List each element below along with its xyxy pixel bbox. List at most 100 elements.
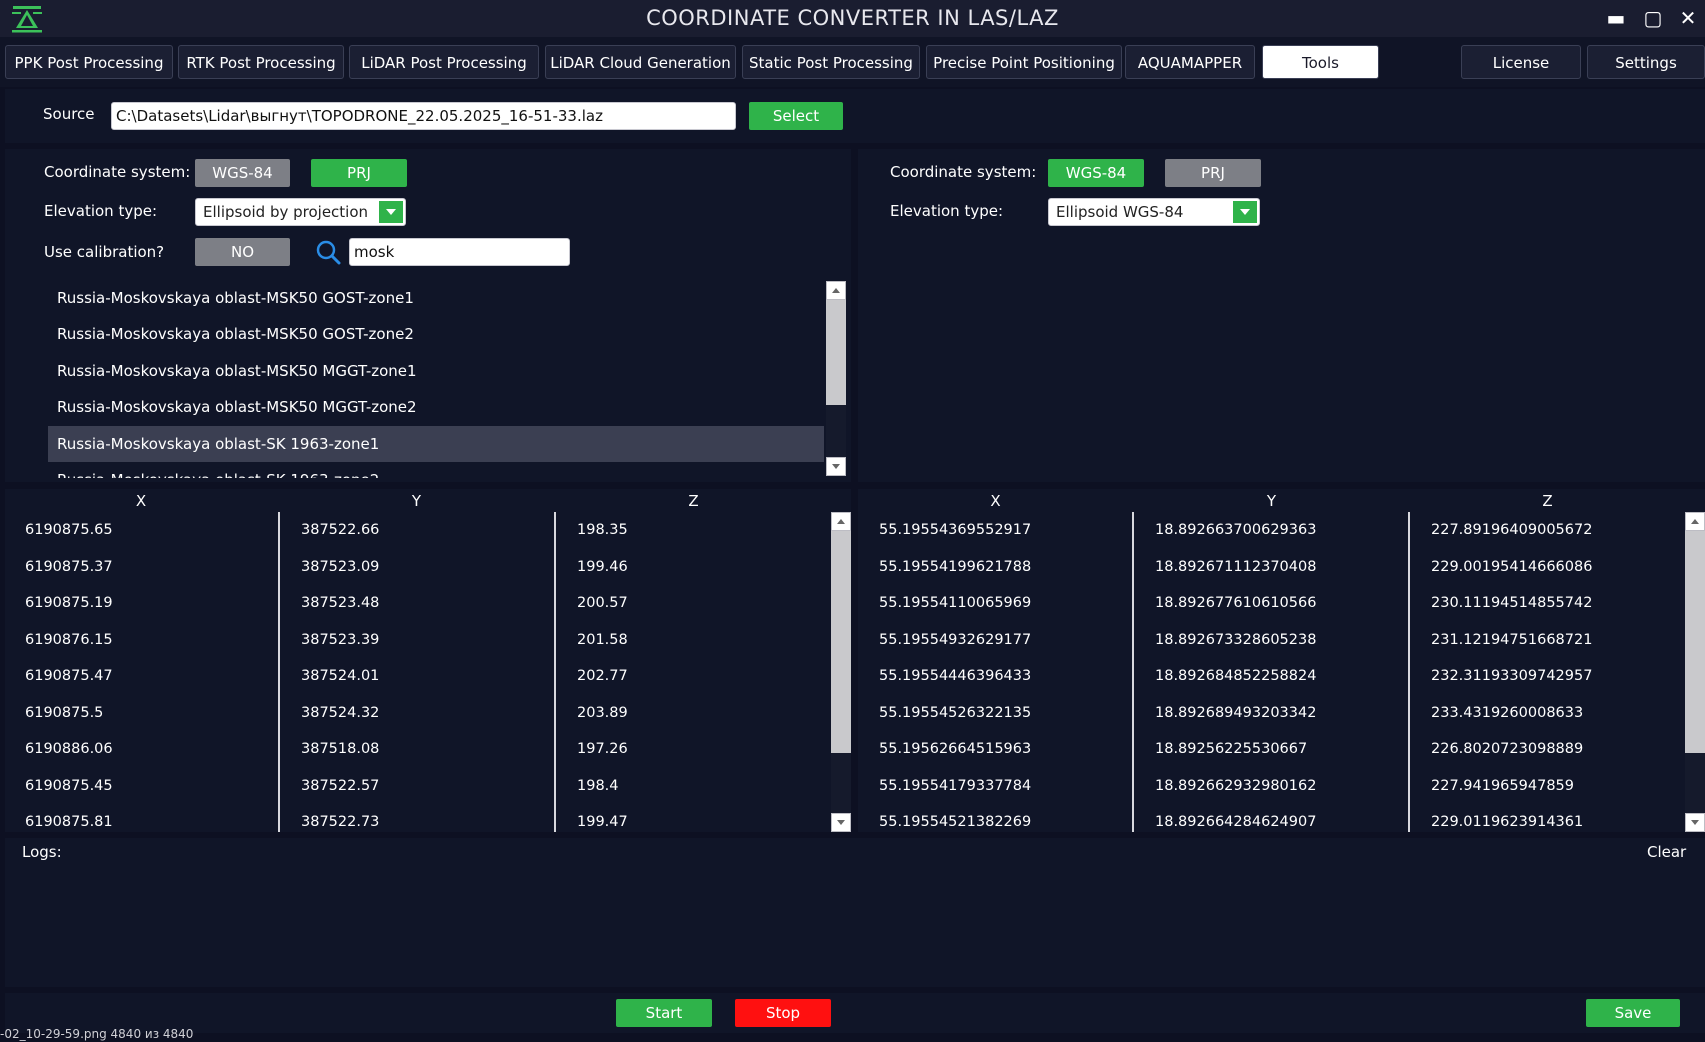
- tab-static-post-processing[interactable]: Static Post Processing: [742, 45, 920, 79]
- source-table-cell: 199.46: [577, 558, 628, 575]
- chevron-down-icon[interactable]: [1233, 201, 1257, 223]
- target-coord-system-label: Coordinate system:: [890, 163, 1037, 181]
- target-table-cell: 229.00195414666086: [1431, 558, 1593, 575]
- target-table-cell: 231.12194751668721: [1431, 631, 1593, 648]
- tab-lidar-cloud-generation[interactable]: LiDAR Cloud Generation: [545, 45, 736, 79]
- source-table-cell: 198.35: [577, 522, 628, 538]
- target-table-body: 55.19554369552917 18.892663700629363 227.8…: [858, 512, 1682, 832]
- target-table-cell: 18.892677610610566: [1155, 595, 1317, 611]
- target-table-scroll-thumb[interactable]: [1685, 531, 1705, 753]
- stop-button[interactable]: Stop: [735, 999, 831, 1027]
- chevron-down-icon[interactable]: [379, 201, 403, 223]
- source-table-cell: 6190875.81: [25, 814, 113, 830]
- projection-list-item[interactable]: Russia-Moskovskaya oblast-MSK50 MGGT-zon…: [48, 353, 824, 389]
- scroll-up-arrow-icon[interactable]: [1685, 512, 1705, 531]
- source-table-body: 6190875.65 387522.66 198.35 6190875.37 38752…: [5, 512, 825, 832]
- logs-panel: [5, 838, 1705, 987]
- target-table-cell: 226.8020723098889: [1431, 741, 1584, 757]
- target-table-cell: 18.892671112370408: [1155, 558, 1317, 575]
- target-elevation-type-select[interactable]: Ellipsoid WGS-84: [1048, 198, 1260, 226]
- source-path-input[interactable]: C:\Datasets\Lidar\выгнут\TOPODRONE_22.05…: [111, 102, 736, 130]
- target-table-cell: 18.89256225530667: [1155, 741, 1308, 757]
- projection-list-item-selected[interactable]: Russia-Moskovskaya oblast-SK 1963-zone1: [48, 426, 824, 462]
- tab-precise-point-positioning[interactable]: Precise Point Positioning: [926, 45, 1122, 79]
- source-elevation-type-value: Ellipsoid by projection: [203, 203, 369, 221]
- target-table-cell: 55.19554446396433: [879, 668, 1032, 684]
- target-table-cell: 18.892684852258824: [1155, 668, 1317, 684]
- target-table-cell: 18.892664284624907: [1155, 814, 1317, 830]
- start-button[interactable]: Start: [616, 999, 712, 1027]
- target-table-cell: 55.19554932629177: [879, 631, 1032, 648]
- scroll-up-arrow-icon[interactable]: [831, 512, 851, 531]
- source-table-cell: 200.57: [577, 595, 628, 611]
- source-col-y-header: Y: [411, 492, 422, 510]
- source-table-cell: 6190875.45: [25, 777, 113, 794]
- projection-list-item[interactable]: Russia-Moskovskaya oblast-MSK50 GOST-zon…: [48, 280, 824, 316]
- target-table-cell: 227.89196409005672: [1431, 522, 1593, 538]
- select-button[interactable]: Select: [749, 102, 843, 130]
- source-label: Source: [43, 105, 95, 123]
- target-table-cell: 55.19554179337784: [879, 777, 1032, 794]
- source-table-cell: 387522.73: [301, 814, 380, 830]
- projection-list-item[interactable]: Russia-Moskovskaya oblast-MSK50 GOST-zon…: [48, 316, 824, 352]
- target-elevation-type-value: Ellipsoid WGS-84: [1056, 203, 1184, 221]
- source-table-cell: 387522.57: [301, 777, 380, 794]
- source-elevation-type-select[interactable]: Ellipsoid by projection: [195, 198, 406, 226]
- projection-list-item[interactable]: Russia-Moskovskaya oblast-SK 1963-zone2: [48, 462, 824, 478]
- source-prj-button[interactable]: PRJ: [311, 159, 407, 187]
- scroll-down-arrow-icon[interactable]: [831, 813, 851, 832]
- minimize-icon[interactable]: ▬: [1597, 0, 1635, 37]
- projection-list-scroll-thumb[interactable]: [826, 300, 846, 405]
- source-table-cell: 387524.32: [301, 704, 380, 721]
- source-col-x-header: X: [135, 492, 147, 510]
- scroll-up-arrow-icon[interactable]: [826, 281, 846, 300]
- target-prj-button[interactable]: PRJ: [1165, 159, 1261, 187]
- source-table-cell: 387523.39: [301, 631, 380, 648]
- tab-lidar-post-processing[interactable]: LiDAR Post Processing: [349, 45, 539, 79]
- tab-ppk-post-processing[interactable]: PPK Post Processing: [5, 45, 173, 79]
- save-button[interactable]: Save: [1586, 999, 1680, 1027]
- tab-tools[interactable]: Tools: [1262, 45, 1379, 79]
- target-table-cell: 55.19562664515963: [879, 741, 1032, 757]
- target-table-cell: 55.19554110065969: [879, 595, 1032, 611]
- source-table-cell: 199.47: [577, 814, 628, 830]
- projection-list-item[interactable]: Russia-Moskovskaya oblast-MSK50 MGGT-zon…: [48, 389, 824, 425]
- logs-label: Logs:: [22, 843, 62, 861]
- projection-search-input[interactable]: mosk: [349, 238, 570, 266]
- close-icon[interactable]: ✕: [1669, 0, 1705, 37]
- search-icon[interactable]: [315, 239, 341, 265]
- tab-license[interactable]: License: [1461, 45, 1581, 79]
- source-table-cell: 6190875.37: [25, 558, 113, 575]
- maximize-icon[interactable]: ▢: [1634, 0, 1672, 37]
- source-table-cell: 198.4: [577, 777, 619, 794]
- source-table-cell: 6190876.15: [25, 631, 113, 648]
- source-table-cell: 202.77: [577, 668, 628, 684]
- source-table-cell: 203.89: [577, 704, 628, 721]
- source-table-scroll-thumb[interactable]: [831, 531, 851, 753]
- window-title: COORDINATE CONVERTER IN LAS/LAZ: [646, 6, 1059, 30]
- target-col-y-header: Y: [1266, 492, 1277, 510]
- target-table-cell: 232.31193309742957: [1431, 668, 1593, 684]
- clear-logs-button[interactable]: Clear: [1647, 843, 1686, 861]
- target-col-z-header: Z: [1542, 492, 1553, 510]
- tab-settings[interactable]: Settings: [1587, 45, 1705, 79]
- source-elevation-type-label: Elevation type:: [44, 202, 158, 220]
- target-col-x-header: X: [990, 492, 1001, 510]
- target-wgs84-button[interactable]: WGS-84: [1048, 159, 1144, 187]
- action-bar: [5, 993, 1705, 1033]
- source-table-cell: 6190875.19: [25, 595, 113, 611]
- target-elevation-type-label: Elevation type:: [890, 202, 1004, 220]
- scroll-down-arrow-icon[interactable]: [826, 457, 846, 476]
- source-wgs84-button[interactable]: WGS-84: [195, 159, 290, 187]
- tab-aquamapper[interactable]: AQUAMAPPER: [1125, 45, 1255, 79]
- use-calibration-label: Use calibration?: [44, 243, 165, 261]
- target-table-cell: 55.19554521382269: [879, 814, 1032, 830]
- target-table-cell: 55.19554199621788: [879, 558, 1032, 575]
- source-table-cell: 6190875.5: [25, 704, 104, 721]
- scroll-down-arrow-icon[interactable]: [1685, 813, 1705, 832]
- tab-rtk-post-processing[interactable]: RTK Post Processing: [178, 45, 344, 79]
- source-coord-system-label: Coordinate system:: [44, 163, 191, 181]
- source-table-cell: 6190886.06: [25, 741, 113, 757]
- target-table-cell: 18.892689493203342: [1155, 704, 1317, 721]
- use-calibration-toggle[interactable]: NO: [195, 238, 290, 266]
